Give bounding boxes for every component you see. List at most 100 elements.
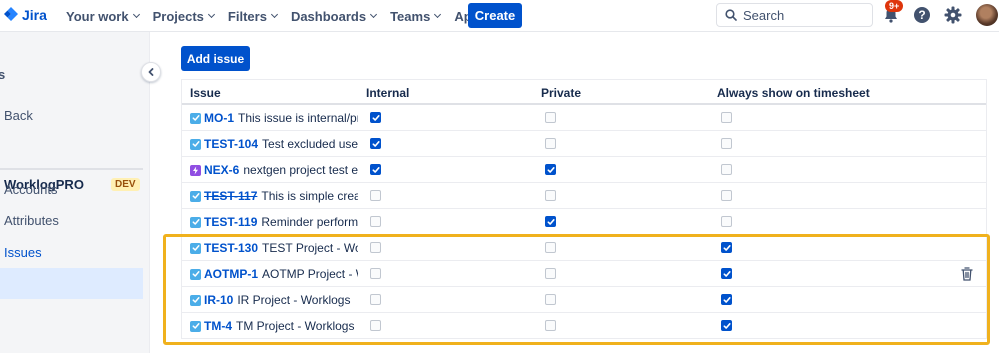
always-show-checkbox[interactable] bbox=[721, 242, 732, 253]
table-row: TEST-104 Test excluded users bbox=[182, 131, 986, 157]
private-checkbox[interactable] bbox=[545, 112, 556, 123]
internal-checkbox[interactable] bbox=[370, 294, 381, 305]
checkbox-check-icon bbox=[547, 218, 555, 225]
issue-summary: nextgen project test epic bbox=[243, 163, 358, 177]
nav-label: Teams bbox=[390, 8, 431, 24]
table-body: MO-1 This issue is internal/private TEST-1… bbox=[182, 105, 986, 339]
sidebar-heading: s bbox=[0, 67, 6, 82]
search-box[interactable] bbox=[716, 3, 873, 27]
column-header-issue[interactable]: Issue bbox=[190, 86, 221, 100]
internal-checkbox[interactable] bbox=[370, 268, 381, 279]
task-type-icon bbox=[190, 320, 201, 332]
nav-label: Filters bbox=[227, 8, 267, 24]
private-checkbox[interactable] bbox=[545, 164, 556, 175]
internal-checkbox[interactable] bbox=[370, 112, 381, 123]
nav-teams[interactable]: Teams bbox=[390, 8, 442, 24]
nav-label: Projects bbox=[152, 8, 204, 24]
jira-logo[interactable]: Jira bbox=[4, 7, 47, 23]
sidebar-item-attributes[interactable]: Attributes bbox=[4, 213, 59, 228]
chevron-down-icon bbox=[207, 10, 215, 19]
collapse-sidebar-button[interactable] bbox=[141, 62, 161, 82]
table-row: IR-10 IR Project - Worklogs bbox=[182, 287, 986, 313]
private-checkbox[interactable] bbox=[545, 320, 556, 331]
help-icon[interactable]: ? bbox=[913, 6, 931, 24]
column-header-internal[interactable]: Internal bbox=[366, 86, 409, 100]
always-show-checkbox[interactable] bbox=[721, 294, 732, 305]
issue-key-link[interactable]: TM-4 bbox=[204, 319, 232, 333]
issue-summary: TEST Project - Worklogs bbox=[262, 241, 358, 255]
checkbox-check-icon bbox=[723, 270, 731, 277]
sidebar-item-accounts[interactable]: Accounts bbox=[4, 182, 57, 197]
subtask-type-icon bbox=[190, 164, 201, 176]
always-show-checkbox[interactable] bbox=[721, 190, 732, 201]
private-checkbox[interactable] bbox=[545, 294, 556, 305]
issue-cell: TEST-104 Test excluded users bbox=[190, 131, 358, 157]
internal-checkbox[interactable] bbox=[370, 190, 381, 201]
top-navigation: Jira Your work Projects Filters Dashboar… bbox=[0, 0, 999, 32]
task-type-icon bbox=[190, 294, 201, 306]
trash-icon[interactable] bbox=[961, 267, 973, 281]
issue-cell: MO-1 This issue is internal/private bbox=[190, 105, 358, 131]
checkbox-check-icon bbox=[372, 140, 380, 147]
create-button[interactable]: Create bbox=[468, 3, 522, 28]
dev-badge: DEV bbox=[111, 178, 140, 191]
nav-your-work[interactable]: Your work bbox=[66, 8, 140, 24]
table-row: NEX-6 nextgen project test epic bbox=[182, 157, 986, 183]
svg-text:?: ? bbox=[918, 8, 925, 22]
nav-filters[interactable]: Filters bbox=[227, 8, 278, 24]
sidebar-item-issues[interactable]: Issues bbox=[4, 245, 42, 260]
private-checkbox[interactable] bbox=[545, 138, 556, 149]
private-checkbox[interactable] bbox=[545, 242, 556, 253]
checkbox-check-icon bbox=[372, 114, 380, 121]
add-issue-button[interactable]: Add issue bbox=[181, 46, 250, 71]
internal-checkbox[interactable] bbox=[370, 164, 381, 175]
always-show-checkbox[interactable] bbox=[721, 138, 732, 149]
issue-key-link[interactable]: TEST-104 bbox=[204, 137, 258, 151]
internal-checkbox[interactable] bbox=[370, 320, 381, 331]
always-show-checkbox[interactable] bbox=[721, 320, 732, 331]
issue-key-link[interactable]: TEST-130 bbox=[204, 241, 258, 255]
issues-table: Issue Internal Private Always show on ti… bbox=[181, 79, 987, 339]
issue-key-link[interactable]: NEX-6 bbox=[204, 163, 239, 177]
always-show-checkbox[interactable] bbox=[721, 216, 732, 227]
issue-summary: TM Project - Worklogs bbox=[236, 319, 355, 333]
issue-cell: TEST-130 TEST Project - Worklogs bbox=[190, 235, 358, 261]
internal-checkbox[interactable] bbox=[370, 138, 381, 149]
always-show-checkbox[interactable] bbox=[721, 112, 732, 123]
search-input[interactable] bbox=[743, 7, 863, 23]
issue-key-link[interactable]: TEST-119 bbox=[204, 215, 257, 229]
issue-key-link[interactable]: MO-1 bbox=[204, 111, 234, 125]
issue-key-link[interactable]: TEST-117 bbox=[204, 189, 257, 203]
private-checkbox[interactable] bbox=[545, 216, 556, 227]
always-show-checkbox[interactable] bbox=[721, 268, 732, 279]
private-checkbox[interactable] bbox=[545, 190, 556, 201]
checkbox-check-icon bbox=[723, 322, 731, 329]
issue-cell: TM-4 TM Project - Worklogs bbox=[190, 313, 358, 339]
internal-checkbox[interactable] bbox=[370, 216, 381, 227]
issue-cell: NEX-6 nextgen project test epic bbox=[190, 157, 358, 183]
task-type-icon bbox=[190, 112, 201, 124]
nav-label: Your work bbox=[66, 8, 129, 24]
nav-dashboards[interactable]: Dashboards bbox=[291, 9, 378, 24]
table-row: TM-4 TM Project - Worklogs bbox=[182, 313, 986, 339]
checkbox-check-icon bbox=[547, 166, 555, 173]
table-row: MO-1 This issue is internal/private bbox=[182, 105, 986, 131]
settings-icon[interactable] bbox=[944, 6, 962, 24]
app-name: Jira bbox=[22, 7, 47, 23]
private-checkbox[interactable] bbox=[545, 268, 556, 279]
issue-key-link[interactable]: AOTMP-1 bbox=[204, 267, 258, 281]
issue-key-link[interactable]: IR-10 bbox=[204, 293, 233, 307]
issue-summary: IR Project - Worklogs bbox=[237, 293, 351, 307]
sidebar-back-link[interactable]: Back bbox=[4, 108, 33, 123]
column-header-private[interactable]: Private bbox=[541, 86, 581, 100]
notifications-badge: 9+ bbox=[885, 0, 904, 12]
issue-summary: Reminder performance test bbox=[261, 215, 358, 229]
always-show-checkbox[interactable] bbox=[721, 164, 732, 175]
nav-projects[interactable]: Projects bbox=[152, 8, 215, 24]
chevron-down-icon bbox=[132, 10, 140, 19]
internal-checkbox[interactable] bbox=[370, 242, 381, 253]
collapse-sidebar-icon bbox=[148, 68, 154, 76]
avatar[interactable] bbox=[976, 4, 998, 26]
sidebar-active-highlight bbox=[0, 268, 143, 299]
column-header-always-show[interactable]: Always show on timesheet bbox=[717, 86, 870, 100]
